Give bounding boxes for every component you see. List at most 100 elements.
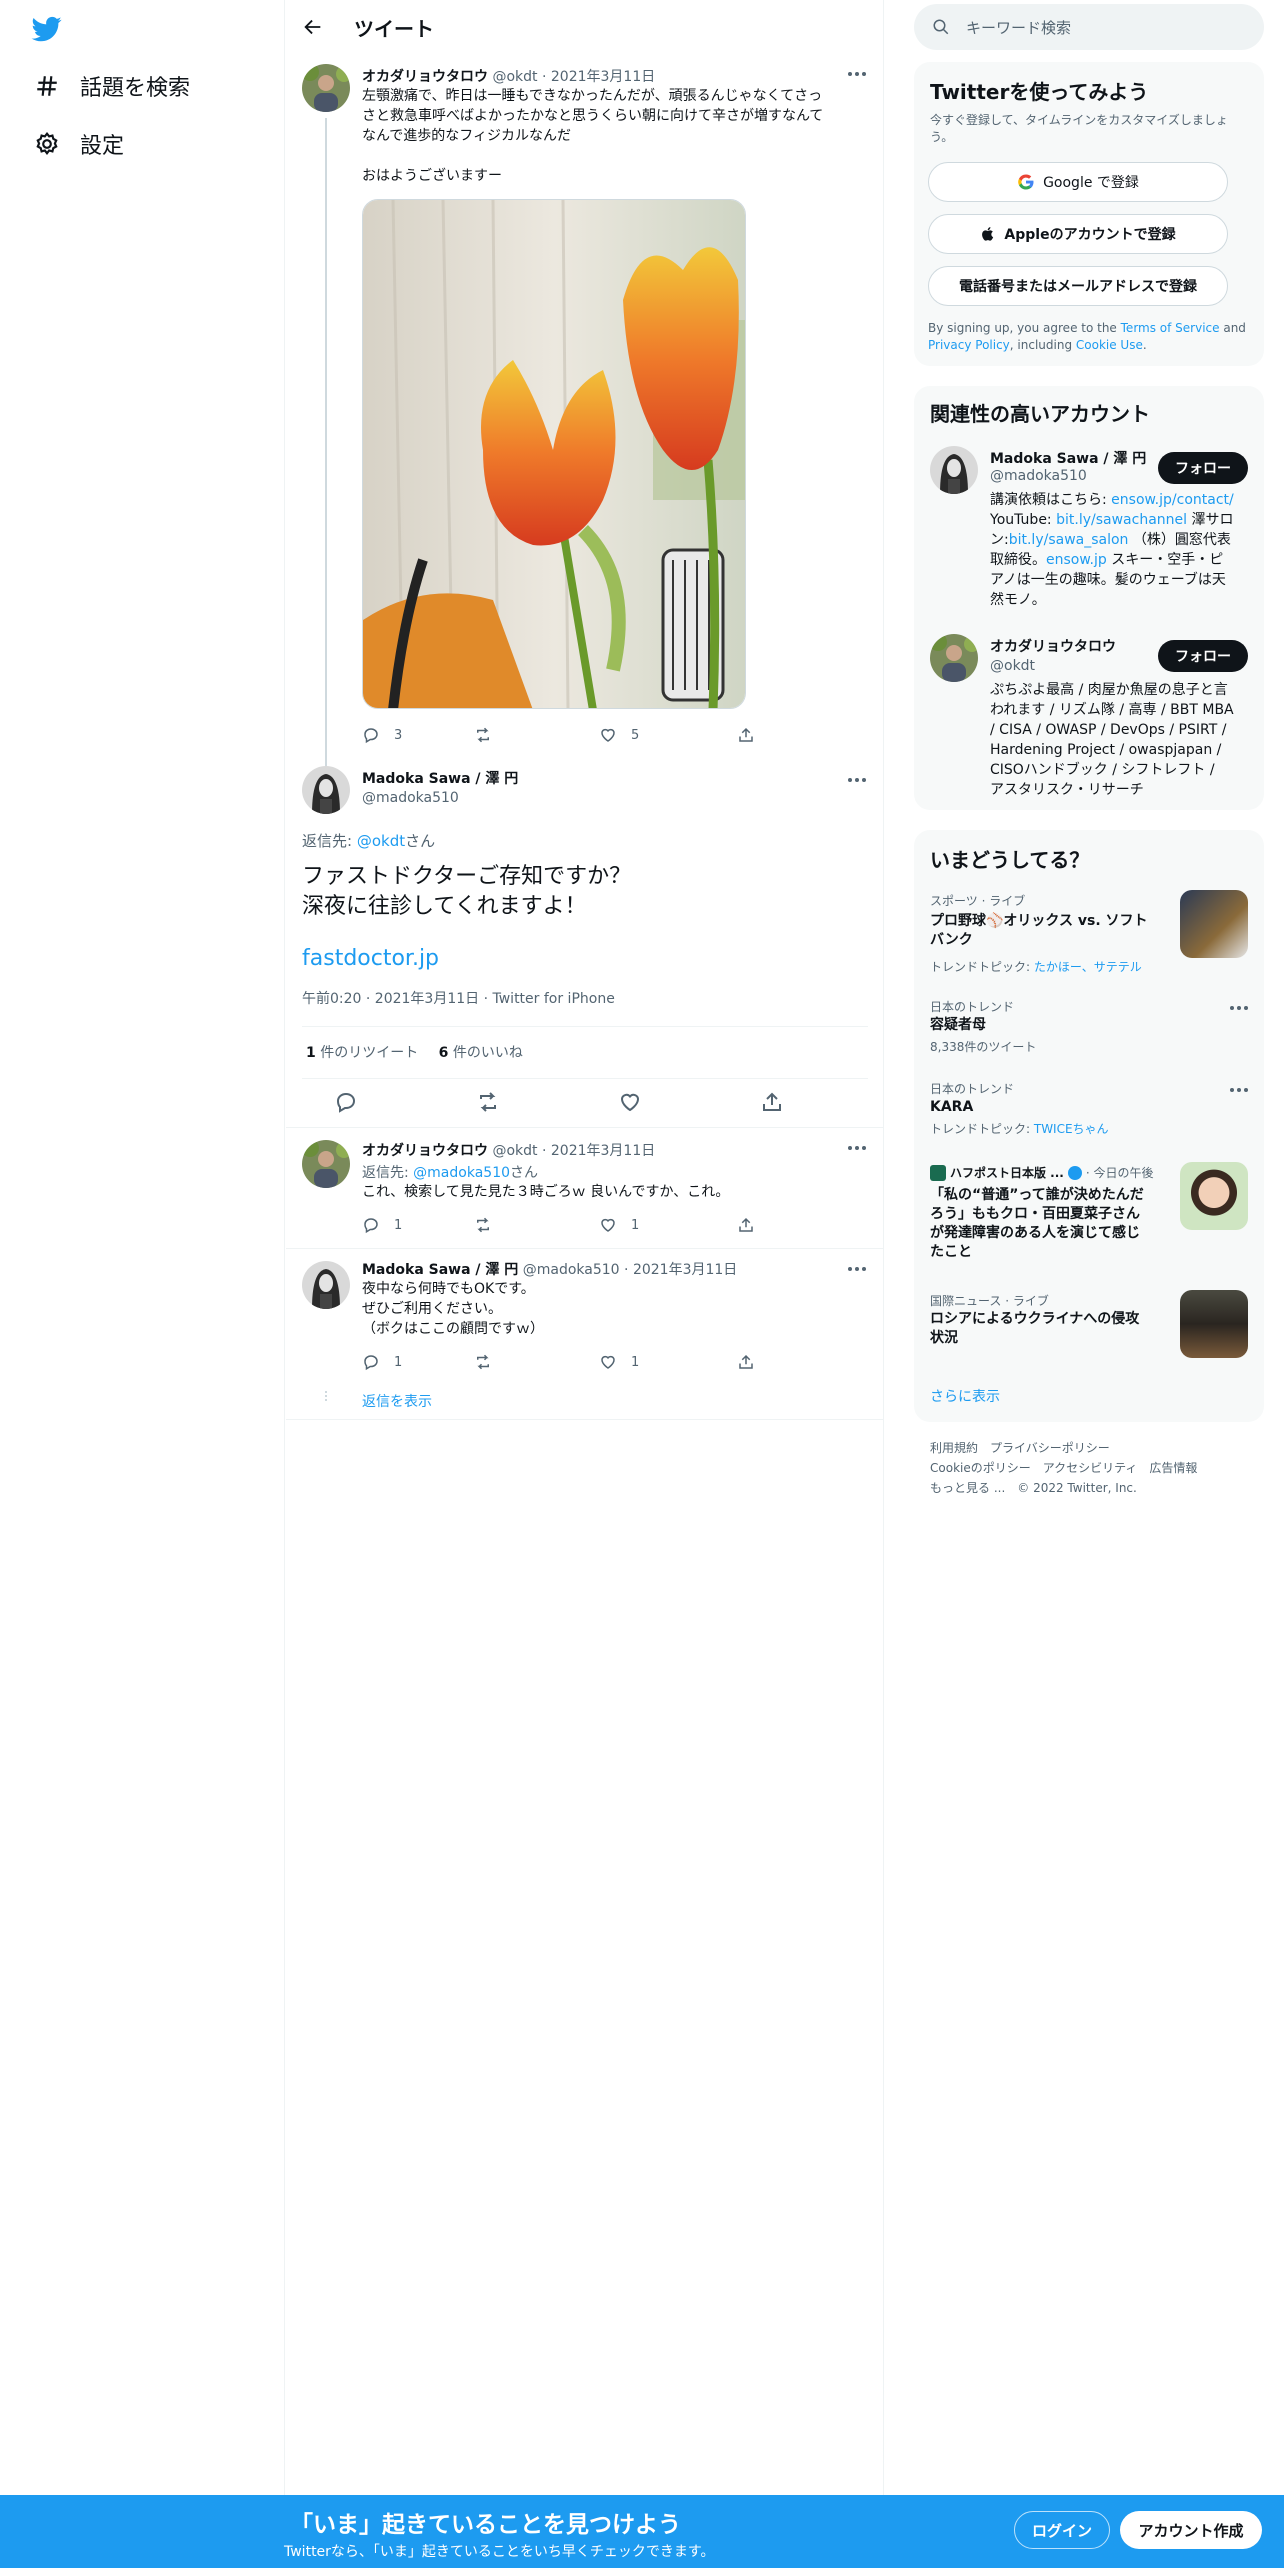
- retweet-button[interactable]: [474, 1353, 599, 1371]
- avatar-madoka[interactable]: [930, 446, 978, 494]
- main-tweet: Madoka Sawa / 澤 円 @madoka510 返信先: @okdtさ…: [286, 754, 884, 1128]
- reply-button[interactable]: 3: [362, 726, 474, 744]
- terms-link[interactable]: Terms of Service: [1121, 321, 1220, 335]
- author-name[interactable]: Madoka Sawa / 澤 円: [362, 771, 518, 787]
- avatar-okdt[interactable]: [302, 1140, 350, 1188]
- nav-settings[interactable]: 設定: [34, 128, 124, 160]
- bio-link[interactable]: bit.ly/sawa_salon: [1009, 532, 1129, 548]
- tweet-link[interactable]: fastdoctor.jp: [302, 946, 439, 971]
- reply-button[interactable]: 1: [362, 1216, 474, 1234]
- tweet-date[interactable]: 2021年3月11日: [633, 1262, 737, 1278]
- share-button[interactable]: [737, 1216, 777, 1234]
- tweet-timestamp[interactable]: 午前0:20 · 2021年3月11日 · Twitter for iPhone: [302, 988, 615, 1008]
- share-button[interactable]: [760, 1090, 800, 1118]
- footer-ads-link[interactable]: 広告情報: [1149, 1461, 1197, 1475]
- search-input[interactable]: キーワード検索: [914, 4, 1264, 50]
- bio-link[interactable]: ensow.jp: [1046, 552, 1107, 568]
- retweet-button[interactable]: [474, 726, 599, 744]
- footer-more-link[interactable]: もっと見る ...: [930, 1481, 1005, 1495]
- apple-signup-button[interactable]: Appleのアカウントで登録: [928, 214, 1228, 254]
- signup-panel: Twitterを使ってみよう 今すぐ登録して、タイムラインをカスタマイズしましょ…: [914, 62, 1264, 366]
- retweet-icon: [477, 1217, 489, 1233]
- signup-button[interactable]: アカウント作成: [1120, 2511, 1262, 2549]
- main-column: ツイート オカダリョウタロウ @okdt · 2021年3月11日 左顎激痛で、…: [286, 0, 884, 2568]
- nav-explore-label: 話題を検索: [80, 76, 191, 101]
- privacy-link[interactable]: Privacy Policy: [928, 338, 1010, 352]
- related-account-name[interactable]: Madoka Sawa / 澤 円: [990, 451, 1146, 467]
- avatar-madoka[interactable]: [302, 1261, 350, 1309]
- reply-icon: [364, 1218, 378, 1234]
- verified-badge-icon: [1067, 1165, 1082, 1180]
- like-button[interactable]: [618, 1090, 760, 1118]
- more-icon[interactable]: [1230, 1088, 1250, 1094]
- show-replies-link[interactable]: 返信を表示: [362, 1391, 432, 1411]
- tweet-actions: 1 1: [362, 1353, 777, 1371]
- reply-tweet-madoka[interactable]: Madoka Sawa / 澤 円 @madoka510 · 2021年3月11…: [286, 1249, 884, 1419]
- nav-settings-label: 設定: [80, 134, 125, 159]
- author-name[interactable]: Madoka Sawa / 澤 円: [362, 1262, 518, 1278]
- avatar-madoka[interactable]: [302, 766, 350, 814]
- more-icon[interactable]: [848, 72, 868, 78]
- heart-icon: [620, 1093, 640, 1112]
- retweet-icon: [477, 727, 489, 743]
- show-more-link[interactable]: さらに表示: [930, 1386, 1000, 1406]
- nav-explore[interactable]: 話題を検索: [34, 70, 190, 102]
- parent-tweet[interactable]: オカダリョウタロウ @okdt · 2021年3月11日 左顎激痛で、昨日は一睡…: [286, 54, 884, 808]
- more-icon[interactable]: [848, 778, 868, 784]
- share-icon: [739, 1217, 753, 1232]
- related-account-name[interactable]: オカダリョウタロウ: [990, 639, 1116, 655]
- reply-to-handle-link[interactable]: @madoka510: [413, 1165, 510, 1181]
- author-name[interactable]: オカダリョウタロウ: [362, 1143, 488, 1159]
- footer-cookie-link[interactable]: Cookieのポリシー: [930, 1461, 1031, 1475]
- login-button[interactable]: ログイン: [1014, 2511, 1110, 2549]
- google-signup-button[interactable]: Google で登録: [928, 162, 1228, 202]
- reply-button[interactable]: 1: [362, 1353, 474, 1371]
- like-button[interactable]: 1: [599, 1216, 737, 1234]
- bio-link[interactable]: bit.ly/sawachannel: [1056, 512, 1187, 528]
- footer-privacy-link[interactable]: プライバシーポリシー: [990, 1441, 1110, 1455]
- footer-links: 利用規約 プライバシーポリシー Cookieのポリシー アクセシビリティ 広告情報 も…: [930, 1438, 1209, 1498]
- author-name[interactable]: オカダリョウタロウ: [362, 69, 488, 85]
- retweet-button[interactable]: [476, 1090, 618, 1118]
- main-tweet-text: ファストドクターご存知ですか？ 深夜に往診してくれますよ！: [302, 864, 632, 919]
- trends-title: いまどうしてる？: [930, 848, 1090, 872]
- back-arrow-icon[interactable]: [302, 16, 324, 38]
- related-account-handle: @okdt: [990, 658, 1036, 674]
- more-icon[interactable]: [848, 1267, 868, 1273]
- retweet-count[interactable]: 1 件のリツイート: [306, 1045, 418, 1061]
- like-button[interactable]: 1: [599, 1353, 737, 1371]
- tweet-photo-tulips[interactable]: [362, 199, 746, 709]
- more-icon[interactable]: [1230, 1006, 1250, 1012]
- thread-dots: [324, 1389, 328, 1409]
- phone-email-signup-button[interactable]: 電話番号またはメールアドレスで登録: [928, 266, 1228, 306]
- bottom-bar-title: 「いま」起きていることを見つけよう: [290, 2512, 681, 2538]
- avatar-okdt[interactable]: [930, 634, 978, 682]
- author-handle: @madoka510: [362, 790, 459, 806]
- follow-button[interactable]: フォロー: [1158, 640, 1248, 672]
- reply-to-line: 返信先: @okdtさん: [302, 832, 436, 850]
- retweet-button[interactable]: [474, 1216, 599, 1234]
- reply-tweet-okdt[interactable]: オカダリョウタロウ @okdt · 2021年3月11日 返信先: @madok…: [286, 1128, 884, 1248]
- reply-button[interactable]: [334, 1090, 476, 1118]
- twitter-logo-icon[interactable]: [30, 14, 64, 44]
- reply-to-handle-link[interactable]: @okdt: [357, 832, 405, 850]
- cookie-link[interactable]: Cookie Use: [1076, 338, 1143, 352]
- tweet-date[interactable]: 2021年3月11日: [551, 1143, 655, 1159]
- bio-link[interactable]: ensow.jp/contact/: [1111, 492, 1234, 508]
- bottom-bar-subtitle: Twitterなら、「いま」起きていることをいち早くチェックできます。: [284, 2544, 715, 2560]
- share-icon: [763, 1092, 781, 1111]
- follow-button[interactable]: フォロー: [1158, 452, 1248, 484]
- avatar-okdt[interactable]: [302, 64, 350, 112]
- footer-accessibility-link[interactable]: アクセシビリティ: [1043, 1461, 1138, 1475]
- trend-topic-link[interactable]: たかほー、サテテル: [1034, 960, 1142, 974]
- like-button[interactable]: 5: [599, 726, 737, 744]
- footer-terms-link[interactable]: 利用規約: [930, 1441, 978, 1455]
- share-button[interactable]: [737, 726, 777, 744]
- share-button[interactable]: [737, 1353, 777, 1371]
- hashtag-icon: [37, 76, 57, 96]
- more-icon[interactable]: [848, 1146, 868, 1152]
- tweet-date[interactable]: 2021年3月11日: [551, 69, 655, 85]
- heart-icon: [601, 1355, 615, 1369]
- like-count[interactable]: 6 件のいいね: [439, 1045, 523, 1061]
- trend-topic-link[interactable]: TWICEちゃん: [1034, 1122, 1109, 1136]
